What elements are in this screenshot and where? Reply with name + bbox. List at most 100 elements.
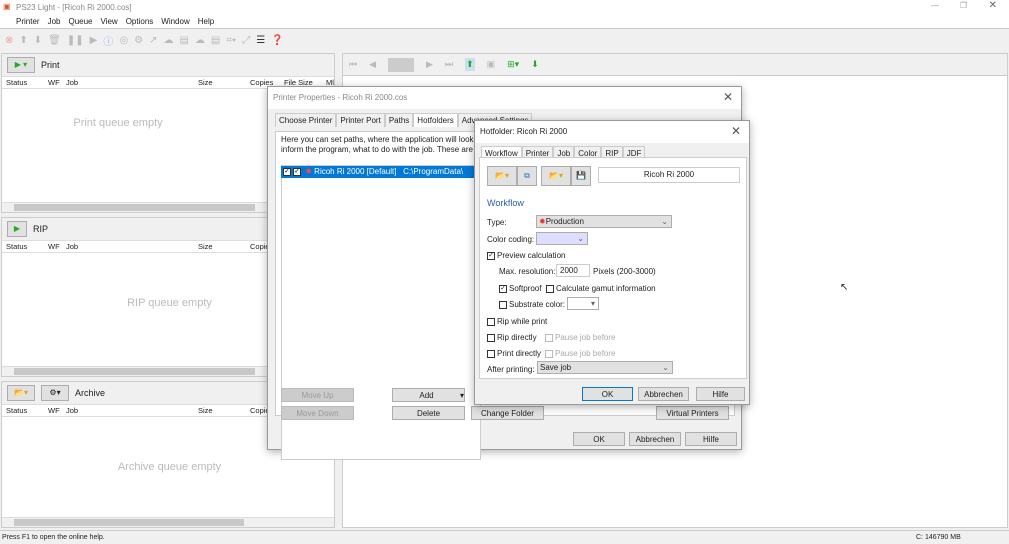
file-add-icon[interactable]: ▤ bbox=[211, 35, 220, 46]
settings-button[interactable]: ⚙▾ bbox=[41, 385, 69, 401]
checkbox[interactable]: ✓ bbox=[283, 167, 291, 176]
help-button[interactable]: Hilfe bbox=[685, 432, 737, 446]
crop-icon[interactable]: ⌗▾ bbox=[226, 35, 236, 46]
move-up-button[interactable]: Move Up bbox=[281, 388, 354, 402]
scrollbar[interactable] bbox=[2, 366, 267, 376]
pause-icon[interactable]: ❚❚ bbox=[67, 35, 84, 46]
menu-window[interactable]: Window bbox=[161, 17, 189, 28]
col-wf[interactable]: WF bbox=[44, 406, 62, 415]
hotfolder-dialog: Hotfolder: Ricoh Ri 2000 ✕ Workflow Print… bbox=[474, 120, 750, 405]
info-icon[interactable]: ⓘ bbox=[103, 33, 113, 48]
menu-view[interactable]: View bbox=[101, 17, 118, 28]
col-status[interactable]: Status bbox=[2, 406, 44, 415]
tab-choose-printer[interactable]: Choose Printer bbox=[275, 113, 337, 127]
close-button[interactable]: ✕ bbox=[731, 124, 741, 138]
col-size[interactable]: Size bbox=[194, 78, 246, 87]
col-status[interactable]: Status bbox=[2, 242, 44, 251]
menu-queue[interactable]: Queue bbox=[68, 17, 92, 28]
tab-printer-port[interactable]: Printer Port bbox=[336, 113, 385, 127]
color-coding-select[interactable]: ⌄ bbox=[536, 232, 588, 245]
substrate-checkbox[interactable]: Substrate color: bbox=[499, 300, 565, 309]
col-wf[interactable]: WF bbox=[44, 242, 62, 251]
cancel-icon[interactable]: ⊗ bbox=[5, 35, 13, 46]
gamut-checkbox[interactable]: Calculate gamut information bbox=[546, 284, 656, 293]
menu-bar: Printer Job Queue View Options Window He… bbox=[0, 15, 1009, 29]
substrate-color-select[interactable]: ▾ bbox=[567, 297, 599, 310]
preview-checkbox[interactable]: ✓ Preview calculation bbox=[487, 251, 565, 260]
cancel-button[interactable]: Abbrechen bbox=[638, 387, 689, 401]
minimize-button[interactable]: — bbox=[931, 1, 939, 10]
tab-hotfolders[interactable]: Hotfolders bbox=[413, 113, 458, 127]
delete-button[interactable]: Delete bbox=[392, 406, 465, 420]
delete-icon[interactable]: 🗑 bbox=[48, 35, 61, 46]
after-printing-select[interactable]: Save job ⌄ bbox=[537, 361, 673, 374]
open-folder-button[interactable]: 📂▾ bbox=[487, 166, 517, 186]
load-button[interactable]: 📂▾ bbox=[541, 166, 571, 186]
substrate-label: Substrate color: bbox=[509, 300, 566, 309]
play-icon[interactable]: ▶ bbox=[90, 35, 98, 46]
hotfolder-name-field[interactable]: Ricoh Ri 2000 bbox=[598, 167, 740, 183]
menu-options[interactable]: Options bbox=[126, 17, 154, 28]
col-status[interactable]: Status bbox=[2, 78, 44, 87]
close-button[interactable]: ✕ bbox=[723, 90, 733, 104]
fit-icon[interactable]: ⤢ bbox=[242, 35, 250, 46]
image-icon[interactable]: ▣ bbox=[487, 59, 496, 70]
ok-button[interactable]: OK bbox=[573, 432, 625, 446]
cloud-remove-icon[interactable]: ☁ bbox=[163, 35, 173, 46]
close-button[interactable]: ✕ bbox=[989, 0, 997, 11]
open-folder-button[interactable]: 📂▾ bbox=[7, 385, 35, 401]
rip-directly-checkbox[interactable]: Rip directly bbox=[487, 333, 537, 342]
menu-help[interactable]: Help bbox=[198, 17, 214, 28]
menu-printer[interactable]: Printer bbox=[16, 17, 40, 28]
max-res-input[interactable]: 2000 bbox=[556, 264, 590, 277]
change-folder-button[interactable]: Change Folder bbox=[471, 406, 544, 420]
pause-before-rip-checkbox[interactable]: Pause job before bbox=[545, 333, 616, 342]
list-icon[interactable]: ☰ bbox=[256, 35, 265, 46]
last-page-icon[interactable]: ⏭ bbox=[445, 59, 453, 70]
tab-paths[interactable]: Paths bbox=[384, 113, 414, 127]
softproof-checkbox[interactable]: ✓ Softproof bbox=[499, 284, 541, 293]
cancel-button[interactable]: Abbrechen bbox=[629, 432, 681, 446]
web-icon[interactable]: ◎ bbox=[119, 35, 128, 46]
maximize-button[interactable]: ❐ bbox=[960, 1, 967, 10]
col-wf[interactable]: WF bbox=[44, 78, 62, 87]
page-select[interactable] bbox=[388, 57, 415, 72]
pause-before-print-checkbox[interactable]: Pause job before bbox=[545, 349, 616, 358]
add-icon[interactable]: ⊞▾ bbox=[507, 59, 519, 70]
move-down-button[interactable]: Move Down bbox=[281, 406, 354, 420]
save-icon[interactable]: 💾 bbox=[571, 166, 591, 186]
up-icon[interactable]: ⬆ bbox=[19, 35, 27, 46]
upload-icon[interactable]: ⬆ bbox=[465, 58, 475, 71]
copy-icon[interactable]: ⧉ bbox=[517, 166, 537, 186]
down-icon[interactable]: ⬇ bbox=[34, 35, 42, 46]
col-job[interactable]: Job bbox=[62, 78, 194, 87]
scrollbar[interactable] bbox=[2, 517, 334, 527]
checkbox[interactable]: ✓ bbox=[293, 167, 301, 176]
type-select[interactable]: ✹Production ⌄ bbox=[536, 215, 672, 228]
first-page-icon[interactable]: ⏮ bbox=[349, 59, 357, 70]
empty-message: Print queue empty bbox=[73, 117, 163, 129]
help-button[interactable]: Hilfe bbox=[696, 387, 745, 401]
virtual-printers-button[interactable]: Virtual Printers bbox=[656, 406, 729, 420]
print-directly-checkbox[interactable]: Print directly bbox=[487, 349, 541, 358]
cloud-add-icon[interactable]: ☁ bbox=[195, 35, 205, 46]
prev-page-icon[interactable]: ◀ bbox=[369, 59, 376, 70]
col-job[interactable]: Job bbox=[62, 242, 194, 251]
menu-job[interactable]: Job bbox=[48, 17, 61, 28]
ok-button[interactable]: OK bbox=[582, 387, 633, 401]
export-icon[interactable]: ↗ bbox=[149, 35, 157, 46]
list-item[interactable]: ✓ ✓ ✹ Ricoh Ri 2000 [Default] C:\ProgramD… bbox=[281, 166, 481, 178]
help-icon[interactable]: ❓ bbox=[271, 35, 283, 46]
start-rip-button[interactable]: ▶ bbox=[7, 221, 27, 237]
col-size[interactable]: Size bbox=[194, 406, 246, 415]
start-print-button[interactable]: ▶ ▾ bbox=[7, 57, 35, 73]
file-remove-icon[interactable]: ▤ bbox=[179, 35, 188, 46]
add-button[interactable]: Add ▾ bbox=[392, 388, 465, 402]
scrollbar[interactable] bbox=[2, 202, 267, 212]
col-job[interactable]: Job bbox=[62, 406, 194, 415]
download-icon[interactable]: ⬇ bbox=[531, 59, 539, 70]
col-size[interactable]: Size bbox=[194, 242, 246, 251]
next-page-icon[interactable]: ▶ bbox=[426, 59, 433, 70]
rip-while-print-checkbox[interactable]: Rip while print bbox=[487, 317, 547, 326]
gear-icon[interactable]: ⚙ bbox=[134, 35, 143, 46]
